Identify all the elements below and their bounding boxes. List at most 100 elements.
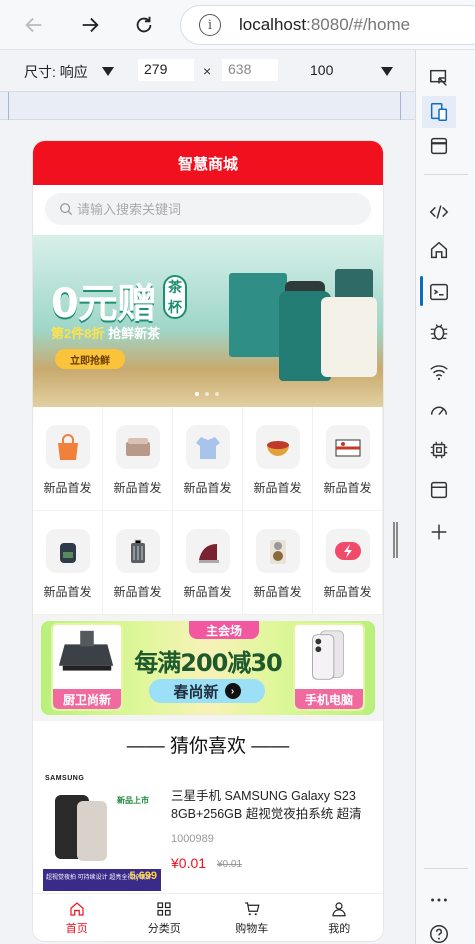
network-tab[interactable] (422, 356, 456, 388)
dimensions-chevron-icon[interactable] (102, 67, 114, 76)
product-image-note: 新品上市 (117, 796, 149, 805)
tab-cart[interactable]: 购物车 (208, 894, 296, 941)
sources-tab[interactable] (422, 316, 456, 348)
lightning-badge-icon (325, 529, 370, 573)
category-item[interactable]: 新品首发 (313, 511, 383, 615)
pet-food-icon (255, 529, 300, 573)
tea-bag-image (321, 297, 377, 377)
category-label: 新品首发 (253, 585, 302, 599)
mobile-app-frame: 智慧商城 0元赠 茶杯 第2件8折 抢鲜新茶 立即抢鲜 新品首发新品首发新品首发… (33, 141, 383, 941)
help-icon (430, 925, 448, 943)
banner-subtitle: 第2件8折 抢鲜新茶 (51, 326, 161, 341)
tab-cart-label: 购物车 (235, 923, 269, 935)
zoom-chevron-icon[interactable] (381, 67, 393, 76)
promo-button[interactable]: 春尚新 › (149, 679, 265, 703)
width-input[interactable]: 279 (138, 59, 194, 81)
search-bar[interactable] (45, 193, 371, 225)
category-label: 新品首发 (113, 585, 162, 599)
product-old-price: ¥0.01 (217, 859, 243, 870)
search-input[interactable] (77, 201, 337, 217)
category-item[interactable]: 新品首发 (173, 407, 243, 511)
category-label: 新品首发 (183, 481, 232, 495)
plus-icon (431, 524, 447, 540)
back-button[interactable] (18, 9, 50, 41)
kitchen-promo-card[interactable]: 厨卫尚新 (51, 623, 123, 711)
promo-headline: 每满200减30 (134, 649, 283, 677)
category-label: 新品首发 (43, 585, 92, 599)
url-text: localhost:8080/#/home (239, 15, 411, 34)
forward-arrow-icon (82, 17, 99, 33)
carousel-indicator[interactable] (195, 392, 219, 396)
suitcase-icon (115, 529, 160, 573)
address-bar[interactable]: i localhost:8080/#/home (180, 5, 475, 45)
promo-section[interactable]: 厨卫尚新 主会场 每满200减30 春尚新 › 手机电脑 (33, 615, 383, 721)
arrow-right-icon: › (224, 683, 241, 699)
category-label: 新品首发 (323, 481, 372, 495)
zoom-dropdown[interactable]: 100 (310, 62, 333, 78)
promo-card[interactable]: 厨卫尚新 主会场 每满200减30 春尚新 › 手机电脑 (41, 621, 375, 715)
category-item[interactable]: 新品首发 (243, 407, 313, 511)
help-button[interactable] (422, 918, 456, 944)
height-input[interactable]: 638 (222, 59, 278, 81)
cart-icon (245, 902, 260, 916)
grid-icon (157, 902, 171, 916)
window-icon (430, 137, 448, 155)
site-info-icon[interactable]: i (199, 14, 221, 36)
range-hood-icon (58, 630, 114, 671)
banner-cta-button[interactable]: 立即抢鲜 (55, 349, 125, 369)
category-item[interactable]: 新品首发 (173, 511, 243, 615)
forward-button[interactable] (74, 9, 106, 41)
product-image-price: 5,699 (129, 870, 157, 882)
application-tab[interactable] (422, 474, 456, 506)
category-item[interactable]: 新品首发 (313, 407, 383, 511)
reload-button[interactable] (128, 9, 160, 41)
more-tools-button[interactable] (422, 516, 456, 548)
category-item[interactable]: 新品首发 (243, 511, 313, 615)
media-query-ruler (0, 92, 415, 120)
tab-category[interactable]: 分类页 (121, 894, 209, 941)
bottom-tab-bar: 首页 分类页 购物车 我的 (33, 893, 383, 941)
devtools-sidebar (415, 50, 475, 944)
dimensions-dropdown[interactable]: 尺寸: 响应 (24, 62, 88, 82)
inspect-element-button[interactable] (422, 62, 456, 94)
device-toolbar: 尺寸: 响应 279 × 638 100 (0, 50, 415, 92)
product-title[interactable]: 三星手机 SAMSUNG Galaxy S23 8GB+256GB 超视觉夜拍系… (171, 787, 371, 823)
console-tab[interactable] (422, 276, 456, 308)
product-card[interactable]: SAMSUNG 新品上市 超视觉夜拍 可持续设计 超亮全视护眼屏 5,699 三… (33, 769, 383, 893)
console-icon (430, 283, 448, 301)
product-price: ¥0.01 (171, 855, 207, 871)
performance-tab[interactable] (422, 394, 456, 426)
times-separator: × (203, 63, 212, 79)
memory-tab[interactable] (422, 434, 456, 466)
category-grid: 新品首发 新品首发 新品首发 新品首发 新品首发 新品首发 新品首发 新品首发 新品首发 新品首发 (33, 407, 383, 615)
category-item[interactable]: 新品首发 (33, 407, 103, 511)
ellipsis-icon (431, 898, 447, 902)
tab-home[interactable]: 首页 (33, 894, 121, 941)
tab-profile[interactable]: 我的 (296, 894, 384, 941)
device-emulation-button[interactable] (422, 96, 456, 128)
smartphone-icon (312, 630, 345, 680)
more-options-button[interactable] (422, 884, 456, 916)
category-item[interactable]: 新品首发 (33, 511, 103, 615)
product-image[interactable]: SAMSUNG 新品上市 超视觉夜拍 可持续设计 超亮全视护眼屏 5,699 (43, 773, 161, 891)
phone-front-image (77, 801, 107, 861)
section-title: —— 猜你喜欢 —— (126, 736, 290, 757)
chip-icon (430, 441, 448, 459)
welcome-tab[interactable] (422, 234, 456, 266)
tab-profile-label: 我的 (328, 923, 351, 935)
application-window-icon (430, 481, 448, 499)
dock-window-button[interactable] (422, 130, 456, 162)
back-arrow-icon (25, 17, 42, 33)
promo-banner[interactable]: 0元赠 茶杯 第2件8折 抢鲜新茶 立即抢鲜 (33, 235, 383, 407)
category-item[interactable]: 新品首发 (103, 511, 173, 615)
phone-promo-card[interactable]: 手机电脑 (293, 623, 365, 711)
reload-icon (136, 16, 152, 33)
user-icon (332, 902, 346, 917)
category-item[interactable]: 新品首发 (103, 407, 173, 511)
product-brand-logo: SAMSUNG (45, 775, 85, 782)
phone-promo-label: 手机电脑 (295, 689, 363, 709)
code-brackets-icon (429, 205, 449, 219)
resize-handle[interactable] (393, 522, 398, 558)
elements-tab[interactable] (422, 196, 456, 228)
category-label: 新品首发 (253, 481, 302, 495)
